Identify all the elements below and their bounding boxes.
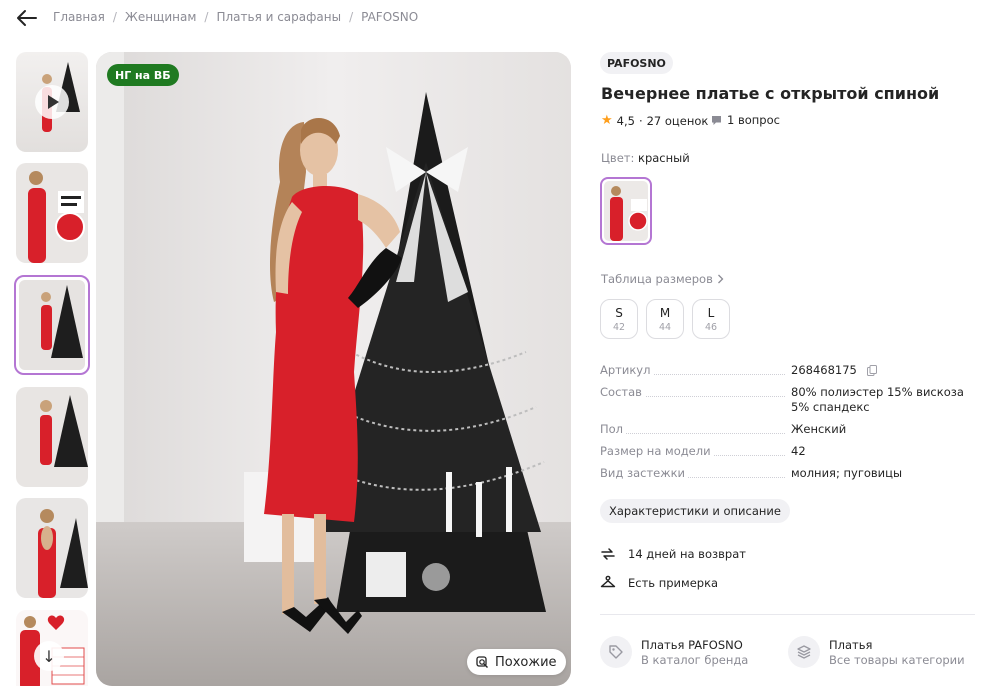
scroll-down-arrow-icon[interactable]: ↓ — [34, 641, 64, 671]
play-icon — [35, 85, 69, 119]
questions-count: 1 вопрос — [727, 113, 780, 127]
spec-key: Вид застежки — [600, 466, 689, 480]
brand-chip[interactable]: PAFOSNO — [600, 52, 673, 74]
spec-value: молния; пуговицы — [791, 466, 903, 480]
size-option-m[interactable]: M 44 — [646, 299, 684, 339]
color-label: Цвет: красный — [601, 151, 690, 165]
breadcrumb-separator: / — [204, 10, 209, 24]
rating[interactable]: ★ 4,5 · 27 оценок — [601, 113, 708, 128]
breadcrumb-women[interactable]: Женщинам — [125, 10, 197, 24]
breadcrumb-separator: / — [112, 10, 117, 24]
size-ru: 42 — [612, 321, 626, 333]
spec-key: Артикул — [600, 363, 654, 377]
layers-icon — [788, 636, 820, 668]
spec-row-gender: Пол Женский — [600, 422, 975, 437]
spec-value: Женский — [791, 422, 847, 436]
spec-value: 268468175 — [791, 363, 857, 377]
size-label: L — [707, 305, 715, 320]
divider — [600, 614, 975, 615]
product-title: Вечернее платье с открытой спиной — [601, 84, 940, 103]
size-option-l[interactable]: L 46 — [692, 299, 730, 339]
feature-fitting: Есть примерка — [600, 575, 718, 591]
questions-link[interactable]: 1 вопрос — [711, 113, 780, 127]
similar-button[interactable]: Похожие — [467, 649, 566, 675]
color-label-key: Цвет: — [601, 151, 635, 165]
chevron-right-icon — [717, 274, 724, 284]
category-link[interactable]: Платья Все товары категории — [788, 636, 965, 668]
rating-dot: · — [638, 113, 643, 128]
return-arrows-icon — [601, 548, 615, 560]
feature-return: 14 дней на возврат — [600, 546, 746, 562]
breadcrumb-separator: / — [349, 10, 354, 24]
breadcrumb-home[interactable]: Главная — [53, 10, 105, 24]
rating-count: 27 оценок — [646, 113, 709, 128]
size-label: S — [615, 305, 623, 320]
breadcrumb: Главная / Женщинам / Платья и сарафаны /… — [53, 10, 418, 24]
characteristics-button[interactable]: Характеристики и описание — [600, 499, 790, 523]
spec-row-model-size: Размер на модели 42 — [600, 444, 975, 459]
brand-catalog-link[interactable]: Платья PAFOSNO В каталог бренда — [600, 636, 748, 668]
thumbnail-image-selected[interactable] — [14, 275, 90, 375]
spec-row-fastener: Вид застежки молния; пуговицы — [600, 466, 975, 481]
spec-key: Размер на модели — [600, 444, 714, 458]
back-arrow-icon[interactable] — [16, 8, 38, 28]
spec-value: 80% полиэстер 15% вискоза 5% спандекс — [791, 385, 964, 414]
color-value: красный — [638, 151, 690, 165]
size-table-label: Таблица размеров — [601, 272, 713, 286]
size-label: M — [659, 305, 671, 320]
spec-row-article: Артикул 268468175 — [600, 363, 975, 378]
spec-row-composition: Состав 80% полиэстер 15% вискоза 5% спан… — [600, 385, 975, 415]
thumbnail-image[interactable] — [16, 498, 88, 598]
thumbnail-image[interactable] — [16, 163, 88, 263]
size-ru: 46 — [704, 321, 718, 333]
promo-badge: НГ на ВБ — [107, 64, 179, 86]
size-selector: S 42 M 44 L 46 — [600, 299, 730, 339]
size-table-link[interactable]: Таблица размеров — [601, 272, 724, 286]
thumbnail-video[interactable] — [16, 52, 88, 152]
brand-link-title: Платья PAFOSNO — [641, 637, 743, 652]
color-swatch-red[interactable] — [600, 177, 652, 245]
breadcrumb-dresses[interactable]: Платья и сарафаны — [216, 10, 341, 24]
size-ru: 44 — [658, 321, 672, 333]
thumbnail-image[interactable] — [16, 387, 88, 487]
thumbnail-strip: ↓ — [14, 52, 90, 686]
breadcrumb-brand[interactable]: PAFOSNO — [361, 10, 418, 24]
feature-return-label: 14 дней на возврат — [628, 547, 746, 561]
feature-fitting-label: Есть примерка — [628, 576, 719, 590]
brand-link-subtitle: В каталог бренда — [641, 652, 749, 667]
spec-key: Пол — [600, 422, 627, 436]
product-main-image[interactable]: НГ на ВБ Похожие — [96, 52, 571, 686]
star-icon: ★ — [601, 113, 613, 128]
size-option-s[interactable]: S 42 — [600, 299, 638, 339]
similar-label: Похожие — [495, 654, 557, 670]
question-bubble-icon — [712, 115, 721, 125]
hanger-icon — [600, 575, 616, 588]
spec-key: Состав — [600, 385, 645, 399]
spec-value: 42 — [791, 444, 806, 458]
specs-list: Артикул 268468175 Состав 80% полиэстер 1… — [600, 363, 975, 488]
rating-value: 4,5 — [616, 113, 635, 128]
tag-icon — [600, 636, 632, 668]
category-link-title: Платья — [829, 637, 873, 652]
category-link-subtitle: Все товары категории — [829, 652, 965, 667]
copy-icon[interactable] — [866, 365, 877, 376]
similar-search-icon — [476, 655, 488, 668]
